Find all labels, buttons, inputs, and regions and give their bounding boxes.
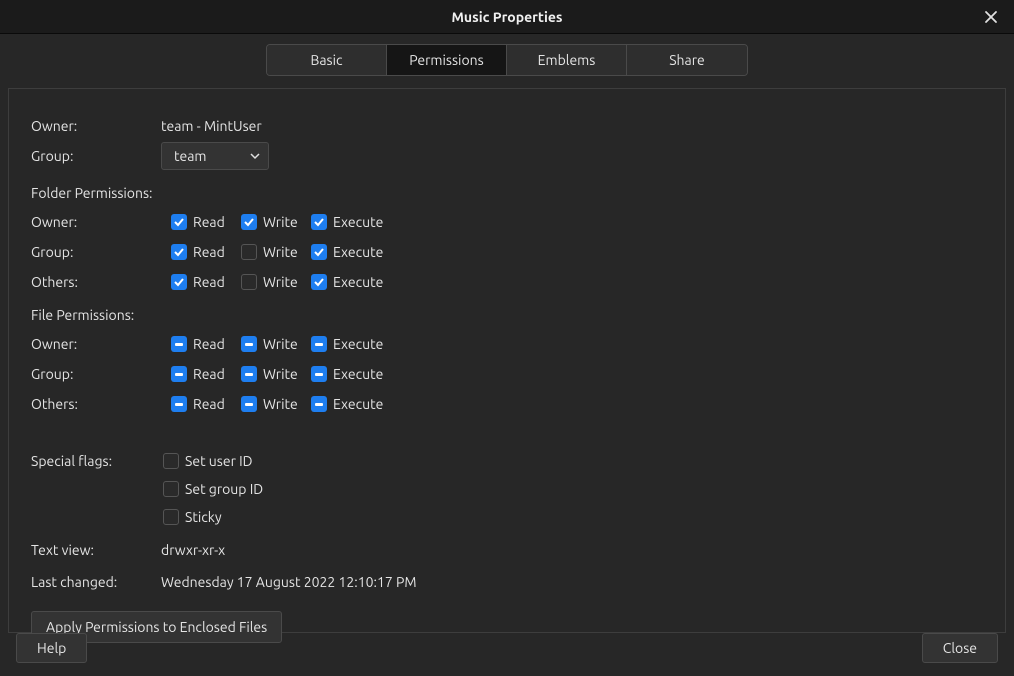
write-label: Write	[263, 214, 298, 230]
folder-group-read-checkbox[interactable]	[171, 244, 187, 260]
file-others-label: Others:	[31, 396, 171, 412]
folder-group-execute-checkbox[interactable]	[311, 244, 327, 260]
execute-label: Execute	[333, 244, 383, 260]
file-owner-read-checkbox[interactable]	[171, 336, 187, 352]
help-button[interactable]: Help	[16, 633, 87, 663]
execute-label: Execute	[333, 396, 383, 412]
group-select[interactable]: team	[161, 142, 269, 170]
file-permissions-title: File Permissions:	[31, 307, 983, 323]
file-owner-label: Owner:	[31, 336, 171, 352]
setgid-label: Set group ID	[185, 481, 263, 497]
text-view-value: drwxr-xr-x	[161, 542, 225, 558]
close-icon	[984, 10, 998, 24]
file-owner-row: Owner: Read Write Execute	[31, 329, 983, 359]
tabs-row: Basic Permissions Emblems Share	[0, 34, 1014, 88]
text-view-label: Text view:	[31, 542, 161, 558]
folder-owner-row: Owner: Read Write Execute	[31, 207, 983, 237]
folder-others-read-checkbox[interactable]	[171, 274, 187, 290]
window-close-button[interactable]	[976, 0, 1006, 34]
file-owner-write-checkbox[interactable]	[241, 336, 257, 352]
folder-group-label: Group:	[31, 244, 171, 260]
read-label: Read	[193, 214, 225, 230]
owner-row: Owner: team - MintUser	[31, 111, 983, 141]
setgid-checkbox[interactable]	[163, 481, 179, 497]
file-group-read-checkbox[interactable]	[171, 366, 187, 382]
file-others-read-checkbox[interactable]	[171, 396, 187, 412]
folder-group-row: Group: Read Write Execute	[31, 237, 983, 267]
read-label: Read	[193, 244, 225, 260]
owner-label: Owner:	[31, 118, 161, 134]
group-row: Group: team	[31, 141, 983, 171]
tab-share[interactable]: Share	[627, 45, 747, 75]
file-others-execute-checkbox[interactable]	[311, 396, 327, 412]
folder-owner-execute-checkbox[interactable]	[311, 214, 327, 230]
text-view-row: Text view: drwxr-xr-x	[31, 535, 983, 565]
special-flags: Special flags: Set user ID Set group ID …	[31, 447, 983, 531]
write-label: Write	[263, 336, 298, 352]
write-label: Write	[263, 274, 298, 290]
group-label: Group:	[31, 148, 161, 164]
tabs: Basic Permissions Emblems Share	[266, 44, 748, 76]
titlebar: Music Properties	[0, 0, 1014, 34]
folder-owner-write-checkbox[interactable]	[241, 214, 257, 230]
tab-emblems[interactable]: Emblems	[507, 45, 627, 75]
execute-label: Execute	[333, 366, 383, 382]
last-changed-label: Last changed:	[31, 574, 161, 590]
setuid-label: Set user ID	[185, 453, 253, 469]
file-others-row: Others: Read Write Execute	[31, 389, 983, 419]
read-label: Read	[193, 274, 225, 290]
write-label: Write	[263, 396, 298, 412]
special-flags-title: Special flags:	[31, 453, 163, 469]
write-label: Write	[263, 244, 298, 260]
permissions-panel: Owner: team - MintUser Group: team Folde…	[8, 88, 1006, 633]
folder-others-label: Others:	[31, 274, 171, 290]
file-permissions-grid: Owner: Read Write Execute Group: Read	[31, 329, 983, 419]
execute-label: Execute	[333, 336, 383, 352]
window-title: Music Properties	[0, 9, 1014, 25]
folder-others-write-checkbox[interactable]	[241, 274, 257, 290]
last-changed-row: Last changed: Wednesday 17 August 2022 1…	[31, 567, 983, 597]
folder-others-row: Others: Read Write Execute	[31, 267, 983, 297]
last-changed-value: Wednesday 17 August 2022 12:10:17 PM	[161, 574, 417, 590]
close-button[interactable]: Close	[922, 633, 998, 663]
file-owner-execute-checkbox[interactable]	[311, 336, 327, 352]
file-group-write-checkbox[interactable]	[241, 366, 257, 382]
folder-owner-read-checkbox[interactable]	[171, 214, 187, 230]
folder-owner-label: Owner:	[31, 214, 171, 230]
owner-value: team - MintUser	[161, 118, 262, 134]
read-label: Read	[193, 366, 225, 382]
write-label: Write	[263, 366, 298, 382]
folder-others-execute-checkbox[interactable]	[311, 274, 327, 290]
group-select-value: team	[174, 148, 206, 164]
read-label: Read	[193, 396, 225, 412]
read-label: Read	[193, 336, 225, 352]
folder-group-write-checkbox[interactable]	[241, 244, 257, 260]
chevron-down-icon	[250, 151, 260, 161]
execute-label: Execute	[333, 214, 383, 230]
folder-permissions-grid: Owner: Read Write Execute Group: Read	[31, 207, 983, 297]
file-group-label: Group:	[31, 366, 171, 382]
tab-basic[interactable]: Basic	[267, 45, 387, 75]
file-group-row: Group: Read Write Execute	[31, 359, 983, 389]
tab-permissions[interactable]: Permissions	[387, 45, 507, 75]
execute-label: Execute	[333, 274, 383, 290]
sticky-label: Sticky	[185, 509, 222, 525]
file-group-execute-checkbox[interactable]	[311, 366, 327, 382]
file-others-write-checkbox[interactable]	[241, 396, 257, 412]
dialog-button-bar: Help Close	[0, 620, 1014, 676]
sticky-checkbox[interactable]	[163, 509, 179, 525]
folder-permissions-title: Folder Permissions:	[31, 185, 983, 201]
setuid-checkbox[interactable]	[163, 453, 179, 469]
